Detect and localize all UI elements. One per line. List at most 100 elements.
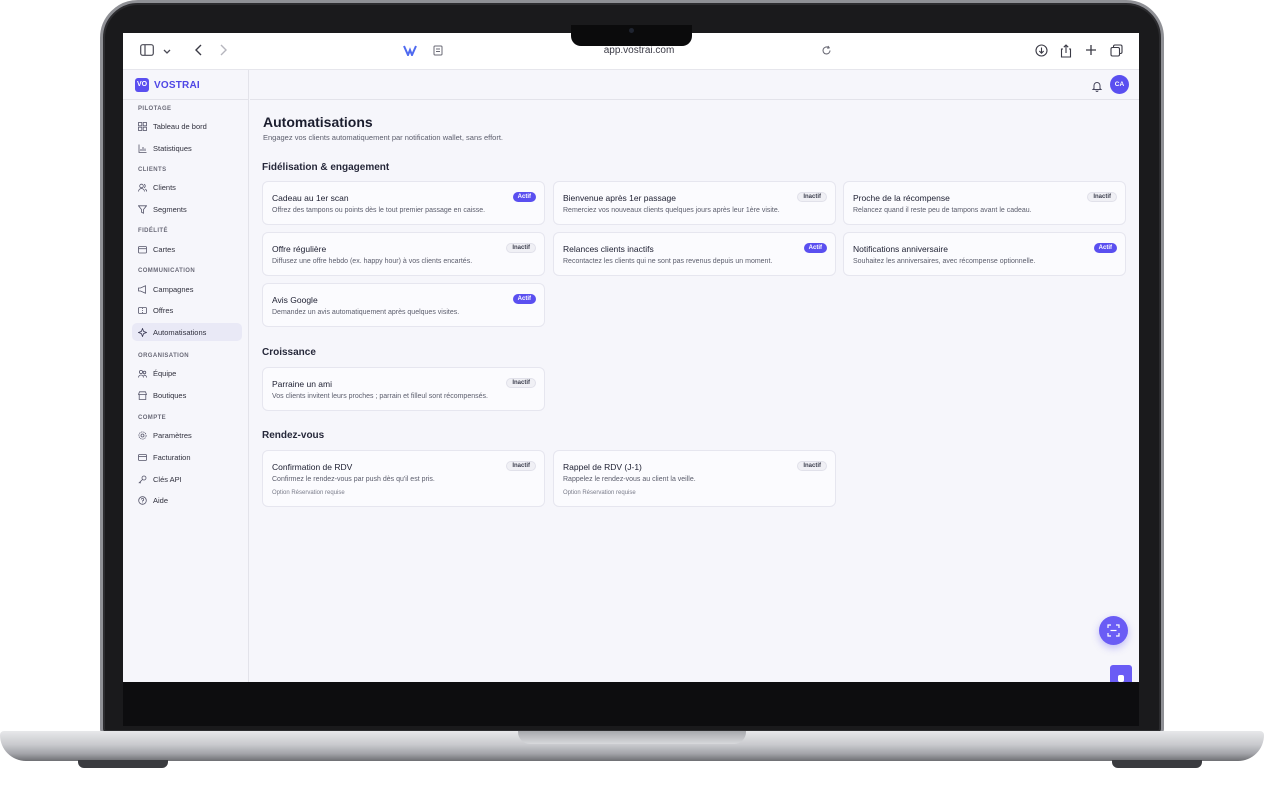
card-description: Confirmez le rendez-vous par push dès qu… xyxy=(272,476,435,483)
sidebar-item-label: Offres xyxy=(153,305,174,315)
address-bar[interactable]: app.vostrai.com xyxy=(589,45,689,56)
hand-icon xyxy=(1117,670,1125,682)
status-badge: Actif xyxy=(1093,243,1117,253)
nav-section-communication: COMMUNICATION xyxy=(138,268,196,274)
avatar[interactable]: CA xyxy=(1110,75,1129,94)
automation-card-offre-reguliere[interactable]: Offre régulière Inactif Diffusez une off… xyxy=(262,232,545,276)
forward-icon[interactable] xyxy=(215,44,231,60)
sparkle-icon xyxy=(137,326,148,338)
card-title: Rappel de RDV (J-1) xyxy=(563,462,642,472)
billing-icon xyxy=(138,453,147,462)
sidebar-item-cles-api[interactable]: Clés API xyxy=(132,470,242,488)
sidebar-item-label: Automatisations xyxy=(153,327,207,337)
app-header: CA xyxy=(250,70,1139,100)
card-description: Rappelez le rendez-vous au client la vei… xyxy=(563,476,696,483)
automation-card-cadeau-1er-scan[interactable]: Cadeau au 1er scan Actif Offrez des tamp… xyxy=(262,181,545,225)
site-favicon-icon xyxy=(402,44,418,60)
reload-icon[interactable] xyxy=(818,44,834,60)
screen: app.vostrai.com CA VO VOSTRAI PILOTAGE T… xyxy=(123,33,1139,682)
status-badge: Actif xyxy=(512,192,536,202)
card-description: Diffusez une offre hebdo (ex. happy hour… xyxy=(272,258,473,265)
card-description: Relancez quand il reste peu de tampons a… xyxy=(853,207,1032,214)
nav-section-compte: COMPTE xyxy=(138,415,167,421)
automation-card-rappel-rdv[interactable]: Rappel de RDV (J-1) Inactif Rappelez le … xyxy=(553,450,836,507)
scan-icon xyxy=(1107,624,1120,637)
card-icon xyxy=(138,245,147,254)
automation-card-parraine-ami[interactable]: Parraine un ami Inactif Vos clients invi… xyxy=(262,367,545,411)
key-icon xyxy=(138,475,147,484)
status-badge: Actif xyxy=(803,243,827,253)
new-tab-icon[interactable] xyxy=(1083,44,1099,60)
screen-bezel xyxy=(123,682,1139,726)
card-requirement-note: Option Réservation requise xyxy=(272,490,345,496)
laptop-foot-right xyxy=(1112,760,1202,768)
dashboard-icon xyxy=(138,121,147,131)
store-icon xyxy=(137,390,148,400)
download-icon[interactable] xyxy=(1033,44,1049,60)
reader-mode-icon[interactable] xyxy=(430,44,446,60)
card-title: Offre régulière xyxy=(272,244,327,254)
card-requirement-note: Option Réservation requise xyxy=(563,490,636,496)
back-icon[interactable] xyxy=(191,44,207,60)
status-badge: Inactif xyxy=(506,378,536,388)
card-description: Souhaitez les anniversaires, avec récomp… xyxy=(853,258,1036,265)
status-badge: Inactif xyxy=(797,192,827,202)
nav-section-pilotage: PILOTAGE xyxy=(138,106,172,112)
section-title-fidelisation: Fidélisation & engagement xyxy=(262,162,390,173)
share-icon[interactable] xyxy=(1058,44,1074,60)
sidebar-item-label: Statistiques xyxy=(153,143,192,153)
chevron-down-icon[interactable] xyxy=(159,44,175,60)
sidebar-item-label: Campagnes xyxy=(153,284,194,294)
sidebar-item-label: Aide xyxy=(153,495,169,505)
widget-button[interactable] xyxy=(1110,665,1132,682)
sidebar-toggle-icon[interactable] xyxy=(139,44,155,60)
sidebar-item-clients[interactable]: Clients xyxy=(132,178,242,196)
card-title: Bienvenue après 1er passage xyxy=(563,193,676,203)
sidebar-item-facturation[interactable]: Facturation xyxy=(132,448,242,466)
automation-card-proche-recompense[interactable]: Proche de la récompense Inactif Relancez… xyxy=(843,181,1126,225)
tab-overview-icon[interactable] xyxy=(1108,44,1124,60)
automation-card-relances-inactifs[interactable]: Relances clients inactifs Actif Recontac… xyxy=(553,232,836,276)
status-badge: Actif xyxy=(512,294,536,304)
nav-section-clients: CLIENTS xyxy=(138,167,167,173)
status-badge: Inactif xyxy=(506,243,536,253)
card-title: Confirmation de RDV xyxy=(272,462,353,472)
sidebar-item-tableau-de-bord[interactable]: Tableau de bord xyxy=(132,117,242,135)
section-title-croissance: Croissance xyxy=(262,347,316,358)
status-badge: Inactif xyxy=(1087,192,1117,202)
sidebar-item-cartes[interactable]: Cartes xyxy=(132,240,242,258)
sidebar-item-label: Clés API xyxy=(153,474,182,484)
automation-card-anniversaire[interactable]: Notifications anniversaire Actif Souhait… xyxy=(843,232,1126,276)
bell-icon[interactable] xyxy=(1091,79,1103,92)
team-icon xyxy=(138,369,147,378)
sidebar-item-label: Facturation xyxy=(153,452,191,462)
sidebar-item-parametres[interactable]: Paramètres xyxy=(132,426,242,444)
card-description: Vos clients invitent leurs proches ; par… xyxy=(272,393,488,400)
sidebar-item-offres[interactable]: Offres xyxy=(132,301,242,319)
sidebar: VO VOSTRAI PILOTAGE Tableau de bord Stat… xyxy=(123,70,249,682)
sidebar-item-boutiques[interactable]: Boutiques xyxy=(132,386,242,404)
nav-section-fidelite: FIDÉLITÉ xyxy=(138,228,168,234)
status-badge: Inactif xyxy=(506,461,536,471)
card-description: Remerciez vos nouveaux clients quelques … xyxy=(563,207,780,214)
sidebar-item-label: Segments xyxy=(153,204,187,214)
section-title-rendez-vous: Rendez-vous xyxy=(262,430,325,441)
sidebar-item-statistiques[interactable]: Statistiques xyxy=(132,139,242,157)
card-description: Demandez un avis automatiquement après q… xyxy=(272,309,460,316)
scan-fab-button[interactable] xyxy=(1099,616,1128,645)
automation-card-confirmation-rdv[interactable]: Confirmation de RDV Inactif Confirmez le… xyxy=(262,450,545,507)
sidebar-item-automatisations[interactable]: Automatisations xyxy=(132,323,242,341)
users-icon xyxy=(138,183,148,192)
sidebar-item-label: Boutiques xyxy=(153,390,187,400)
automation-card-bienvenue[interactable]: Bienvenue après 1er passage Inactif Reme… xyxy=(553,181,836,225)
laptop-opening-lip xyxy=(518,731,746,744)
sidebar-item-campagnes[interactable]: Campagnes xyxy=(132,280,242,298)
sidebar-item-segments[interactable]: Segments xyxy=(132,200,242,218)
sidebar-item-aide[interactable]: Aide xyxy=(132,491,242,509)
status-badge: Inactif xyxy=(797,461,827,471)
sidebar-item-equipe[interactable]: Équipe xyxy=(132,364,242,382)
card-title: Parraine un ami xyxy=(272,379,333,389)
gear-icon xyxy=(138,431,147,440)
automation-card-avis-google[interactable]: Avis Google Actif Demandez un avis autom… xyxy=(262,283,545,327)
brand[interactable]: VO VOSTRAI xyxy=(135,78,200,92)
